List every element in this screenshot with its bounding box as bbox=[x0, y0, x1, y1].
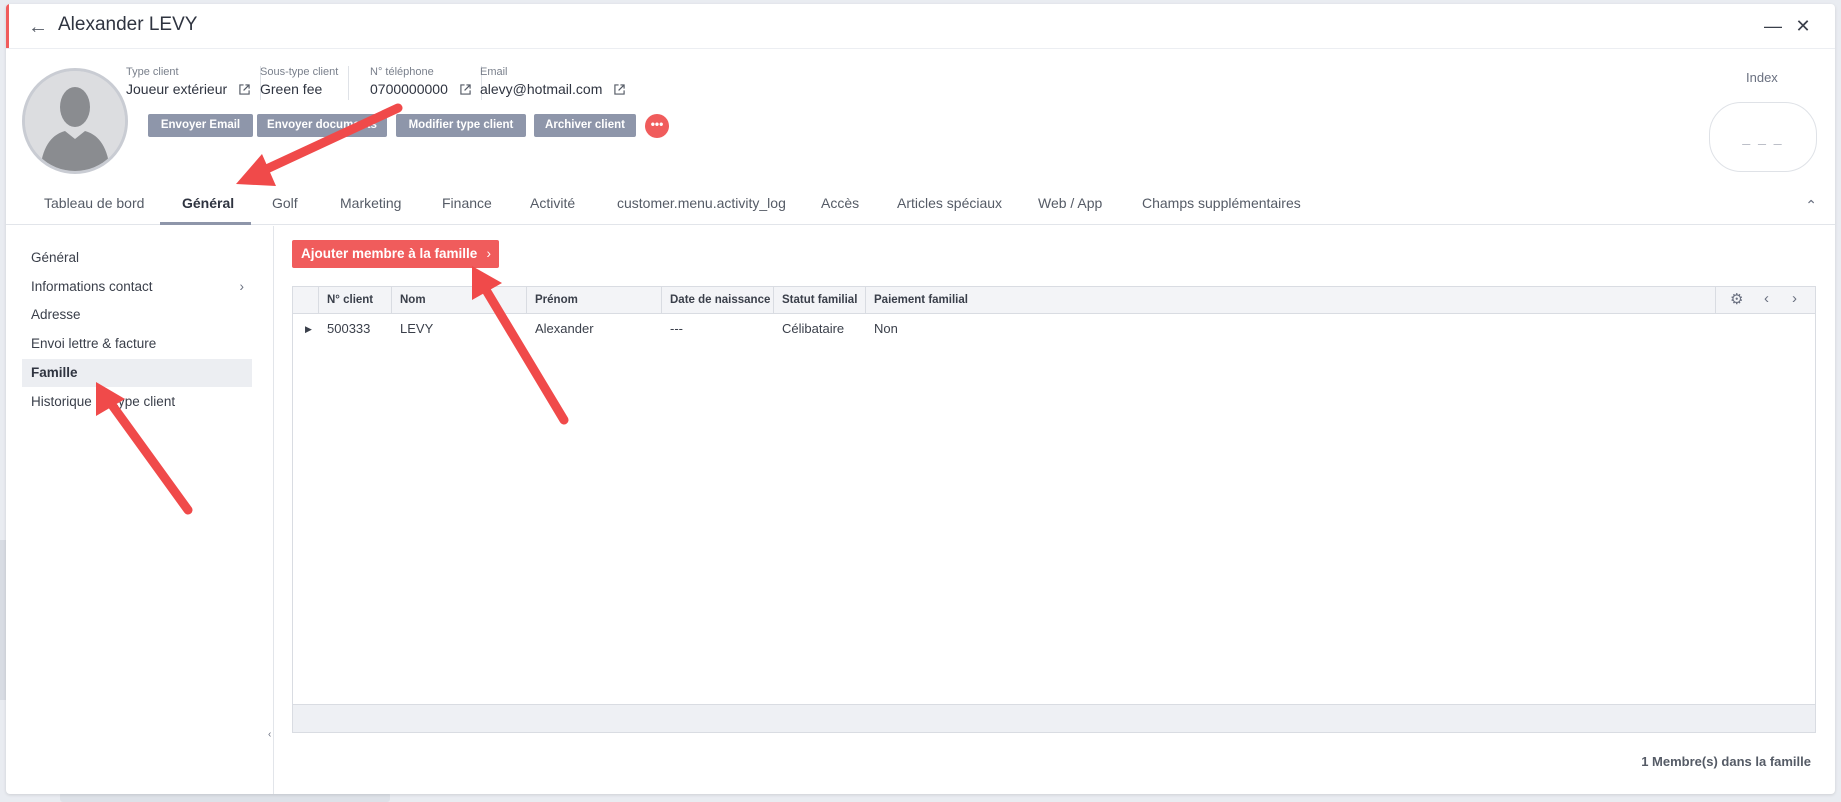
cell-paiement-familial: Non bbox=[874, 321, 898, 336]
family-grid: N° client Nom Prénom Date de naissance S… bbox=[292, 286, 1816, 733]
active-tab-indicator bbox=[160, 222, 251, 225]
title-bar: ← Alexander LEVY — ✕ bbox=[6, 4, 1835, 49]
modify-type-client-button[interactable]: Modifier type client bbox=[396, 114, 526, 137]
external-link-icon[interactable] bbox=[460, 84, 471, 95]
sidebar-item-informations-contact[interactable]: Informations contact › bbox=[22, 273, 252, 301]
grid-header: N° client Nom Prénom Date de naissance S… bbox=[293, 287, 1815, 314]
type-client-label: Type client bbox=[126, 66, 179, 78]
sidebar-item-general[interactable]: Général bbox=[22, 244, 252, 272]
telephone-value: 0700000000 bbox=[370, 81, 448, 97]
info-telephone: N° téléphone 0700000000 bbox=[370, 66, 482, 100]
column-header-prenom[interactable]: Prénom bbox=[527, 287, 662, 314]
tab-web-app[interactable]: Web / App bbox=[1038, 195, 1102, 211]
expand-row-icon[interactable]: ▶ bbox=[305, 315, 312, 343]
external-link-icon[interactable] bbox=[614, 84, 625, 95]
family-member-count: 1 Membre(s) dans la famille bbox=[1641, 754, 1811, 769]
add-family-member-label: Ajouter membre à la famille bbox=[301, 246, 478, 261]
column-header-paiement-familial[interactable]: Paiement familial bbox=[866, 287, 968, 314]
tab-champs-supplementaires[interactable]: Champs supplémentaires bbox=[1142, 195, 1301, 211]
sidebar-item-adresse[interactable]: Adresse bbox=[22, 301, 252, 329]
telephone-label: N° téléphone bbox=[370, 66, 434, 78]
add-family-member-button[interactable]: Ajouter membre à la famille › bbox=[292, 240, 499, 268]
info-email: Email alevy@hotmail.com bbox=[480, 66, 635, 100]
column-header-nom[interactable]: Nom bbox=[392, 287, 527, 314]
email-value: alevy@hotmail.com bbox=[480, 81, 603, 97]
sidebar-item-label: Informations contact bbox=[31, 279, 153, 294]
index-value: _ _ _ bbox=[1709, 102, 1817, 172]
section-sidebar: Général Informations contact › Adresse En… bbox=[6, 226, 274, 794]
chevron-right-icon[interactable]: › bbox=[1792, 290, 1797, 307]
column-header-date-naissance[interactable]: Date de naissance bbox=[662, 287, 774, 314]
avatar bbox=[22, 68, 128, 174]
email-label: Email bbox=[480, 66, 508, 78]
external-link-icon[interactable] bbox=[239, 84, 250, 95]
tab-activite[interactable]: Activité bbox=[530, 195, 575, 211]
cell-client-no: 500333 bbox=[327, 321, 371, 336]
sidebar-item-envoi-lettre[interactable]: Envoi lettre & facture bbox=[22, 330, 252, 358]
grid-footer bbox=[293, 704, 1815, 732]
window-title: Alexander LEVY bbox=[58, 14, 198, 35]
index-label: Index bbox=[1746, 70, 1778, 85]
type-client-value: Joueur extérieur bbox=[126, 81, 228, 97]
sous-type-value: Green fee bbox=[260, 81, 323, 97]
tab-golf[interactable]: Golf bbox=[272, 195, 298, 211]
sidebar-item-label: Général bbox=[31, 250, 80, 265]
tab-finance[interactable]: Finance bbox=[442, 195, 492, 211]
gear-icon[interactable]: ⚙ bbox=[1730, 290, 1743, 308]
person-silhouette-icon bbox=[25, 71, 125, 171]
grid-tools: ⚙ ‹ › bbox=[1715, 287, 1815, 314]
sidebar-item-famille[interactable]: Famille bbox=[22, 359, 252, 387]
tab-general[interactable]: Général bbox=[182, 195, 234, 211]
column-header-client-no[interactable]: N° client bbox=[319, 287, 392, 314]
tab-marketing[interactable]: Marketing bbox=[340, 195, 401, 211]
sidebar-item-historique[interactable]: Historique du type client bbox=[22, 388, 252, 416]
send-documents-button[interactable]: Envoyer documents bbox=[257, 114, 387, 137]
cell-nom: LEVY bbox=[400, 321, 434, 336]
sidebar-item-label: Historique du type client bbox=[31, 394, 176, 409]
tab-bar: Tableau de bord Général Golf Marketing F… bbox=[6, 187, 1835, 225]
cell-prenom: Alexander bbox=[535, 321, 594, 336]
tab-articles-speciaux[interactable]: Articles spéciaux bbox=[897, 195, 1002, 211]
tab-tableau-de-bord[interactable]: Tableau de bord bbox=[44, 195, 144, 211]
tab-acces[interactable]: Accès bbox=[821, 195, 859, 211]
expander-column-header bbox=[293, 287, 319, 314]
chevron-left-icon[interactable]: ‹ bbox=[1764, 290, 1769, 307]
sidebar-item-label: Adresse bbox=[31, 307, 81, 322]
chevron-right-icon: › bbox=[239, 279, 245, 294]
sidebar-item-label: Famille bbox=[31, 365, 78, 380]
send-email-button[interactable]: Envoyer Email bbox=[148, 114, 253, 137]
cell-date-naissance: --- bbox=[670, 321, 683, 336]
sous-type-label: Sous-type client bbox=[260, 66, 339, 78]
client-window: ← Alexander LEVY — ✕ Type client Joueur … bbox=[6, 4, 1835, 794]
archive-client-button[interactable]: Archiver client bbox=[534, 114, 636, 137]
minimize-icon[interactable]: — bbox=[1763, 16, 1783, 36]
info-sous-type-client: Sous-type client Green fee bbox=[260, 66, 350, 100]
tab-activity-log[interactable]: customer.menu.activity_log bbox=[617, 195, 786, 211]
cell-statut-familial: Célibataire bbox=[782, 321, 845, 336]
collapse-sidebar-icon[interactable]: ‹ bbox=[268, 729, 271, 740]
chevron-right-icon: › bbox=[486, 246, 492, 261]
column-header-statut-familial[interactable]: Statut familial bbox=[774, 287, 866, 314]
sidebar-item-label: Envoi lettre & facture bbox=[31, 336, 157, 351]
more-options-button[interactable]: ••• bbox=[645, 114, 669, 138]
table-row[interactable]: ▶ 500333 LEVY Alexander --- Célibataire … bbox=[293, 315, 1815, 343]
info-type-client: Type client Joueur extérieur bbox=[126, 66, 262, 100]
close-icon[interactable]: ✕ bbox=[1793, 16, 1813, 36]
back-arrow-icon[interactable]: ← bbox=[28, 16, 50, 38]
chevron-double-up-icon[interactable]: ⌃ bbox=[1805, 197, 1817, 214]
